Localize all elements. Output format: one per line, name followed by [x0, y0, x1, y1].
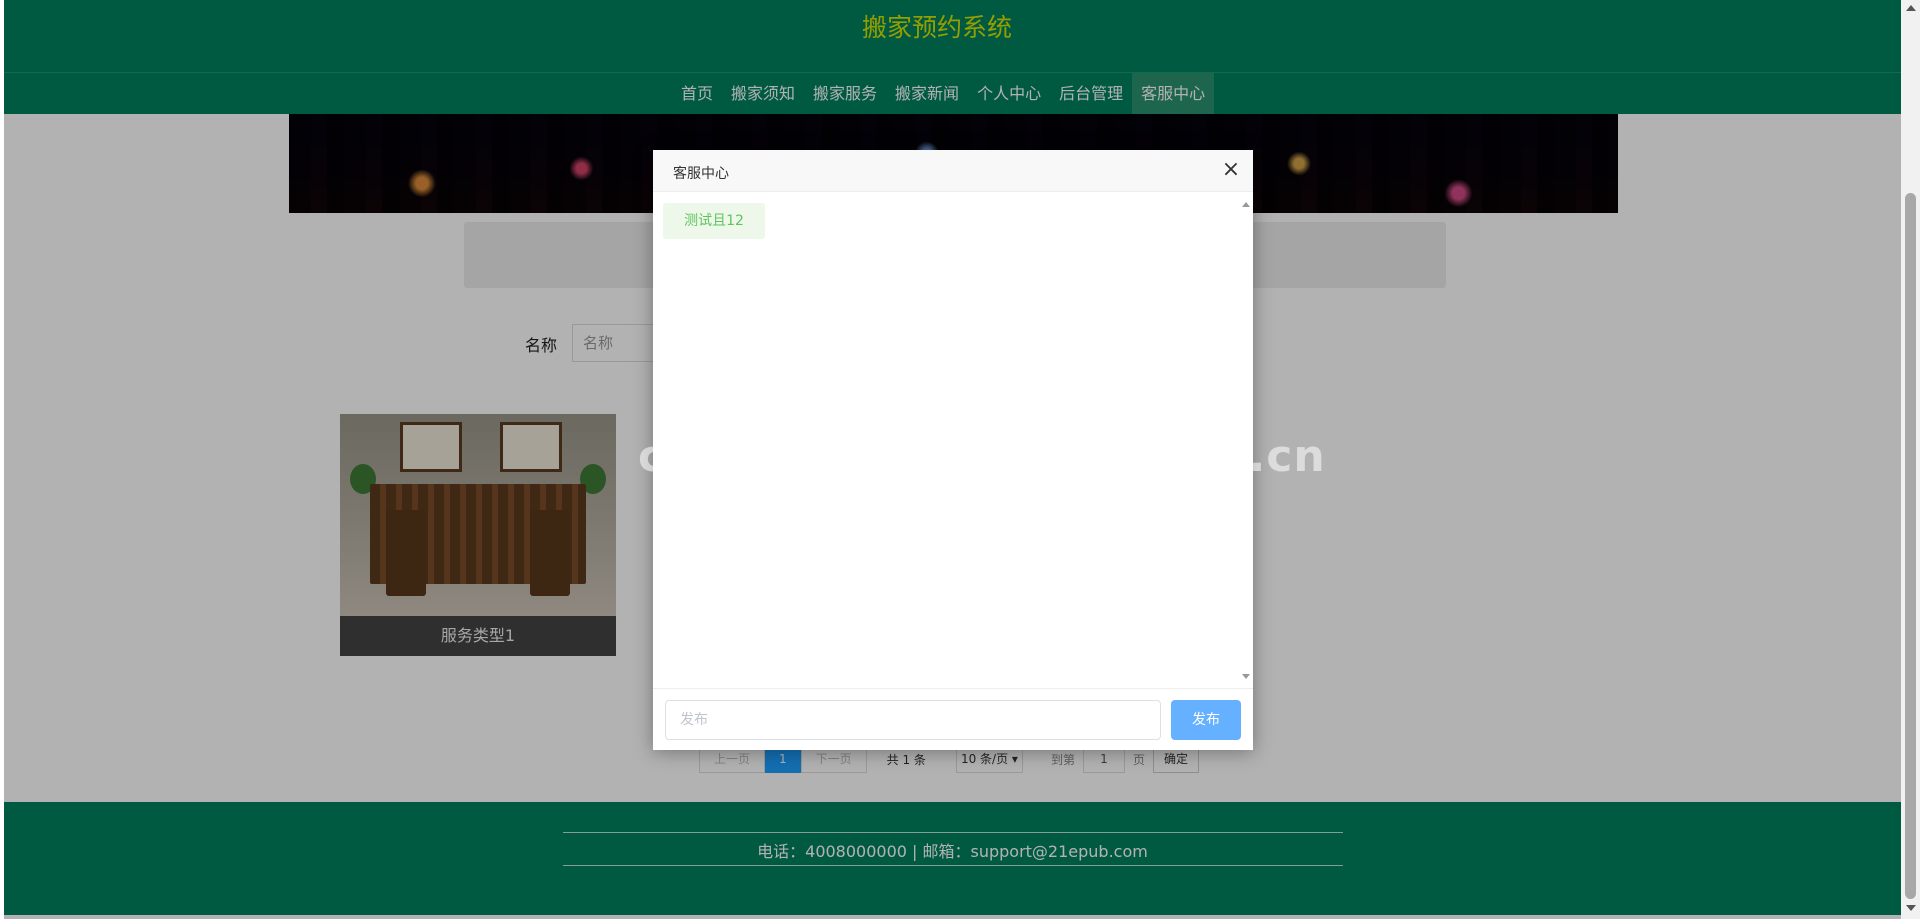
- scrollbar-thumb[interactable]: [1905, 193, 1916, 899]
- page-scrollbar[interactable]: [1901, 0, 1920, 919]
- watermark: cn围观客www.weiguanke.cn: [638, 431, 1326, 482]
- chat-message: 测试且12: [663, 203, 765, 239]
- dialog-header: 客服中心 ×: [653, 150, 1253, 192]
- scroll-down-icon[interactable]: [1906, 905, 1916, 911]
- close-icon[interactable]: ×: [1221, 159, 1241, 181]
- dialog-title: 客服中心: [673, 166, 729, 182]
- send-button[interactable]: 发布: [1171, 700, 1241, 740]
- chat-scroll-down-icon[interactable]: [1242, 674, 1250, 679]
- scroll-up-icon[interactable]: [1906, 5, 1916, 11]
- chat-scroll-up-icon[interactable]: [1242, 202, 1250, 207]
- message-input[interactable]: 发布: [665, 700, 1161, 740]
